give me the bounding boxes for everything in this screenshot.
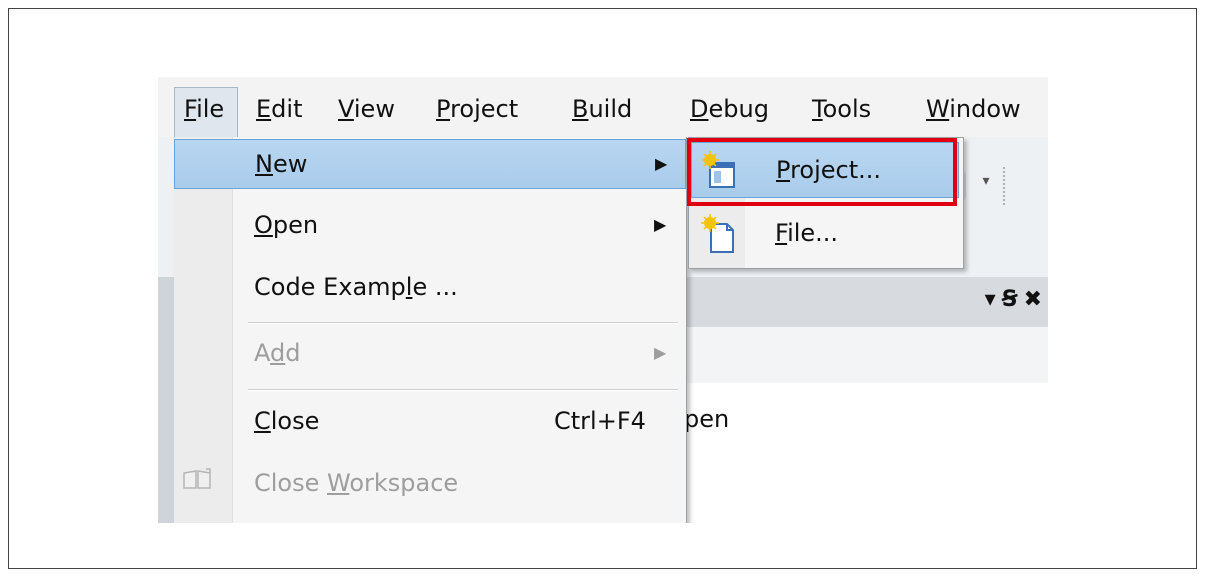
- menu-edit[interactable]: Edit: [256, 95, 302, 123]
- submenu-arrow-icon: ▶: [654, 215, 667, 234]
- open-book-icon: [183, 468, 211, 489]
- close-icon[interactable]: ✖: [1024, 287, 1048, 312]
- panel-window-controls: ▾Ꞩ✖: [985, 287, 1048, 312]
- menu-item-label: Close: [254, 407, 320, 435]
- menu-item-add: Add ▶: [174, 329, 686, 379]
- submenu-item-project[interactable]: Project...: [691, 142, 959, 198]
- left-dock-strip: [158, 277, 174, 523]
- menu-separator: [248, 322, 678, 324]
- menu-item-open[interactable]: Open ▶: [174, 201, 686, 251]
- menu-project[interactable]: Project: [436, 95, 518, 123]
- toolbar-overflow-icon[interactable]: ▾: [978, 173, 994, 201]
- menu-item-label: Code Example ...: [254, 273, 458, 301]
- pin-icon[interactable]: Ꞩ: [1002, 287, 1024, 312]
- submenu-arrow-icon: ▶: [654, 343, 667, 362]
- dropdown-arrow-icon[interactable]: ▾: [985, 287, 1002, 312]
- new-submenu: Project... File...: [688, 137, 964, 269]
- submenu-item-label: File...: [775, 219, 839, 247]
- menu-item-label: Add: [254, 339, 301, 367]
- submenu-item-label: Project...: [776, 156, 882, 184]
- ide-screenshot: File Edit View Project Build Debug Tools…: [158, 77, 1048, 523]
- menu-file[interactable]: File: [184, 95, 224, 123]
- menu-debug[interactable]: Debug: [690, 95, 769, 123]
- panel-partial-text: pen: [684, 405, 730, 433]
- menu-view[interactable]: View: [338, 95, 395, 123]
- menu-window[interactable]: Window: [926, 95, 1021, 123]
- submenu-item-file[interactable]: File...: [691, 206, 959, 262]
- menu-item-label: Open: [254, 211, 319, 239]
- menu-separator: [248, 389, 678, 391]
- toolbar-grip-handle[interactable]: [1003, 167, 1011, 205]
- submenu-arrow-icon: ▶: [655, 154, 668, 173]
- menu-item-new[interactable]: New ▶: [174, 139, 686, 189]
- menu-bar: File Edit View Project Build Debug Tools…: [158, 77, 1048, 137]
- menu-tools[interactable]: Tools: [812, 95, 871, 123]
- new-project-icon: [702, 151, 735, 188]
- file-menu-dropdown: New ▶ Open ▶ Code Example ... Add ▶ Clos…: [174, 137, 687, 523]
- menu-build[interactable]: Build: [572, 95, 632, 123]
- menu-item-label: Close Workspace: [254, 469, 459, 497]
- menu-item-close[interactable]: Close Ctrl+F4: [174, 397, 686, 447]
- new-file-icon: [701, 214, 734, 253]
- menu-item-shortcut: Ctrl+F4: [554, 407, 646, 435]
- menu-item-close-workspace: Close Workspace: [174, 459, 686, 509]
- menu-item-label: New: [255, 150, 308, 178]
- menu-item-code-example[interactable]: Code Example ...: [174, 263, 686, 313]
